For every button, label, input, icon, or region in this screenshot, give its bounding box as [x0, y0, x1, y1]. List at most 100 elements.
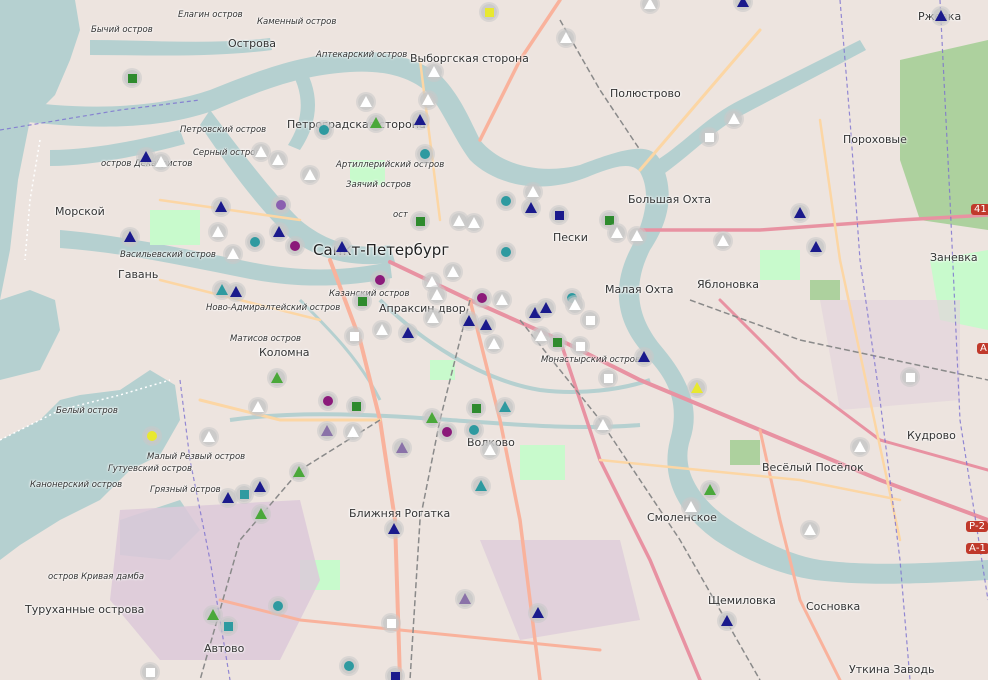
poi-marker-square[interactable]	[549, 334, 565, 350]
poi-marker-triangle[interactable]	[808, 239, 824, 255]
poi-marker-triangle[interactable]	[250, 399, 266, 415]
poi-marker-triangle[interactable]	[252, 479, 268, 495]
poi-marker-triangle[interactable]	[792, 205, 808, 221]
poi-marker-square[interactable]	[236, 486, 252, 502]
poi-marker-triangle[interactable]	[205, 607, 221, 623]
poi-marker-triangle[interactable]	[852, 439, 868, 455]
poi-marker-triangle[interactable]	[253, 506, 269, 522]
poi-marker-square[interactable]	[902, 369, 918, 385]
poi-marker-triangle[interactable]	[494, 292, 510, 308]
poi-marker-square[interactable]	[220, 618, 236, 634]
poi-marker-triangle[interactable]	[642, 0, 658, 12]
poi-marker-triangle[interactable]	[426, 64, 442, 80]
poi-marker-triangle[interactable]	[368, 115, 384, 131]
poi-marker-triangle[interactable]	[461, 313, 477, 329]
poi-marker-triangle[interactable]	[530, 605, 546, 621]
poi-marker-triangle[interactable]	[225, 246, 241, 262]
poi-marker-triangle[interactable]	[345, 424, 361, 440]
poi-marker-triangle[interactable]	[486, 336, 502, 352]
poi-marker-triangle[interactable]	[429, 287, 445, 303]
poi-marker-circle[interactable]	[474, 290, 490, 306]
poi-marker-triangle[interactable]	[334, 239, 350, 255]
poi-marker-square[interactable]	[412, 213, 428, 229]
poi-marker-square[interactable]	[348, 398, 364, 414]
poi-marker-square[interactable]	[124, 70, 140, 86]
poi-marker-circle[interactable]	[498, 193, 514, 209]
poi-marker-triangle[interactable]	[138, 149, 154, 165]
poi-marker-circle[interactable]	[466, 422, 482, 438]
poi-marker-triangle[interactable]	[683, 499, 699, 515]
poi-marker-circle[interactable]	[417, 146, 433, 162]
poi-marker-square[interactable]	[572, 338, 588, 354]
poi-marker-triangle[interactable]	[122, 229, 138, 245]
poi-marker-circle[interactable]	[439, 424, 455, 440]
poi-marker-square[interactable]	[600, 370, 616, 386]
poi-marker-triangle[interactable]	[253, 144, 269, 160]
poi-marker-triangle[interactable]	[213, 199, 229, 215]
poi-marker-square[interactable]	[481, 4, 497, 20]
poi-marker-square[interactable]	[387, 668, 403, 680]
poi-marker-triangle[interactable]	[424, 410, 440, 426]
poi-marker-triangle[interactable]	[538, 300, 554, 316]
poi-marker-triangle[interactable]	[271, 224, 287, 240]
poi-marker-triangle[interactable]	[558, 30, 574, 46]
poi-marker-triangle[interactable]	[466, 215, 482, 231]
poi-marker-triangle[interactable]	[291, 464, 307, 480]
map-view[interactable]: Санкт-Петербург Острова Петроградская стор…	[0, 0, 988, 680]
poi-marker-triangle[interactable]	[153, 154, 169, 170]
poi-marker-triangle[interactable]	[533, 328, 549, 344]
poi-marker-triangle[interactable]	[412, 112, 428, 128]
poi-marker-square[interactable]	[346, 328, 362, 344]
poi-marker-triangle[interactable]	[394, 440, 410, 456]
poi-marker-circle[interactable]	[372, 272, 388, 288]
poi-marker-triangle[interactable]	[523, 200, 539, 216]
poi-marker-triangle[interactable]	[719, 613, 735, 629]
poi-marker-triangle[interactable]	[689, 380, 705, 396]
poi-marker-triangle[interactable]	[201, 429, 217, 445]
poi-marker-triangle[interactable]	[420, 92, 436, 108]
poi-marker-square[interactable]	[468, 400, 484, 416]
poi-marker-triangle[interactable]	[735, 0, 751, 10]
poi-marker-circle[interactable]	[341, 658, 357, 674]
poi-marker-triangle[interactable]	[400, 325, 416, 341]
poi-marker-triangle[interactable]	[445, 264, 461, 280]
poi-marker-triangle[interactable]	[210, 224, 226, 240]
poi-marker-triangle[interactable]	[457, 591, 473, 607]
poi-marker-circle[interactable]	[320, 393, 336, 409]
poi-marker-square[interactable]	[551, 207, 567, 223]
poi-marker-triangle[interactable]	[726, 111, 742, 127]
poi-marker-triangle[interactable]	[214, 282, 230, 298]
poi-marker-triangle[interactable]	[933, 8, 949, 24]
poi-marker-triangle[interactable]	[567, 297, 583, 313]
poi-marker-triangle[interactable]	[220, 490, 236, 506]
poi-marker-triangle[interactable]	[636, 349, 652, 365]
poi-marker-circle[interactable]	[287, 238, 303, 254]
poi-marker-circle[interactable]	[498, 244, 514, 260]
poi-marker-triangle[interactable]	[269, 370, 285, 386]
poi-marker-triangle[interactable]	[629, 228, 645, 244]
poi-marker-triangle[interactable]	[270, 152, 286, 168]
poi-marker-triangle[interactable]	[358, 94, 374, 110]
poi-marker-square[interactable]	[701, 129, 717, 145]
poi-marker-circle[interactable]	[270, 598, 286, 614]
poi-marker-triangle[interactable]	[302, 167, 318, 183]
poi-marker-triangle[interactable]	[525, 184, 541, 200]
poi-marker-triangle[interactable]	[228, 284, 244, 300]
poi-marker-triangle[interactable]	[425, 310, 441, 326]
poi-marker-square[interactable]	[354, 293, 370, 309]
poi-marker-triangle[interactable]	[386, 521, 402, 537]
poi-marker-triangle[interactable]	[609, 225, 625, 241]
poi-marker-triangle[interactable]	[595, 417, 611, 433]
poi-marker-square[interactable]	[383, 615, 399, 631]
poi-marker-triangle[interactable]	[374, 322, 390, 338]
poi-marker-triangle[interactable]	[451, 213, 467, 229]
poi-marker-square[interactable]	[582, 312, 598, 328]
poi-marker-circle[interactable]	[273, 197, 289, 213]
poi-marker-circle[interactable]	[144, 428, 160, 444]
poi-marker-triangle[interactable]	[702, 482, 718, 498]
poi-marker-square[interactable]	[142, 664, 158, 680]
poi-marker-triangle[interactable]	[497, 399, 513, 415]
poi-marker-triangle[interactable]	[482, 442, 498, 458]
poi-marker-circle[interactable]	[316, 122, 332, 138]
poi-marker-triangle[interactable]	[715, 233, 731, 249]
